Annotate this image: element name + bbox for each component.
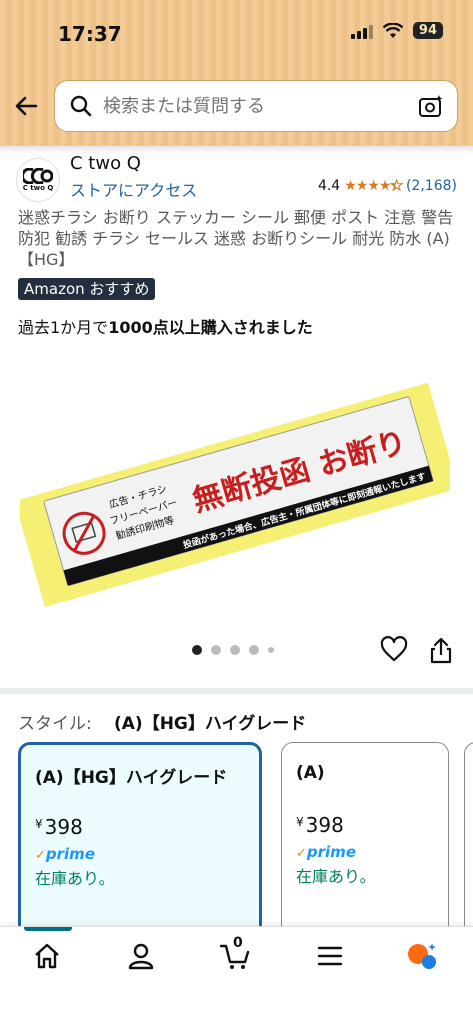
stock-status: 在庫あり。 xyxy=(296,867,376,886)
search-bar[interactable] xyxy=(54,80,458,132)
currency-symbol: ¥ xyxy=(296,815,304,829)
share-icon[interactable] xyxy=(429,636,453,664)
bought-amount: 1000点以上購入されました xyxy=(108,318,313,337)
style-selected-value: (A)【HG】ハイグレード xyxy=(114,714,307,734)
currency-symbol: ¥ xyxy=(35,817,43,831)
carousel-dots[interactable] xyxy=(192,645,274,655)
signal-icon xyxy=(350,23,373,39)
carousel-dot[interactable] xyxy=(249,645,259,655)
camera-icon[interactable] xyxy=(417,93,445,121)
home-icon[interactable] xyxy=(32,941,62,971)
carousel-dot[interactable] xyxy=(211,645,221,655)
variant-card[interactable]: (A) ¥398 ✓prime 在庫あり。 xyxy=(281,742,449,942)
menu-icon[interactable] xyxy=(315,941,345,971)
rating[interactable]: 4.4 ★★★★★ (2,168) xyxy=(317,178,457,195)
back-arrow-icon[interactable] xyxy=(12,92,40,120)
variant-card-partial[interactable] xyxy=(464,742,473,942)
battery-indicator: 94 xyxy=(412,22,443,39)
product-image[interactable]: 広告・チラシ フリーペーパー 勧誘印刷物等 無断投函 お断り 投函があった場合、… xyxy=(20,360,450,620)
prime-check-icon: ✓ xyxy=(35,848,46,863)
brand-logo[interactable]: C two Q xyxy=(16,158,60,202)
brand-name[interactable]: C two Q xyxy=(70,153,141,174)
cart-count: 0 xyxy=(233,935,243,951)
variant-card-selected[interactable]: (A)【HG】ハイグレード ¥398 ✓prime 在庫あり。 xyxy=(18,742,262,942)
prime-label: prime xyxy=(306,843,356,861)
search-icon xyxy=(70,95,92,117)
section-divider xyxy=(0,688,473,694)
variant-name: (A) xyxy=(296,763,325,783)
price-value: 398 xyxy=(305,813,344,837)
rating-stars-icon: ★★★★★ xyxy=(344,178,403,195)
prime-check-icon: ✓ xyxy=(296,846,307,861)
carousel-dot[interactable] xyxy=(192,645,202,655)
rating-count[interactable]: (2,168) xyxy=(406,178,457,194)
style-label: スタイル: xyxy=(18,714,92,734)
stock-status: 在庫あり。 xyxy=(35,869,115,888)
bought-prefix: 過去1か月で xyxy=(18,318,109,337)
prime-badge: ✓prime xyxy=(296,843,356,861)
brand-logo-text: C two Q xyxy=(22,184,54,192)
carousel-dot[interactable] xyxy=(268,647,274,653)
brand-logo-mark-icon xyxy=(23,168,53,184)
variant-price: ¥398 xyxy=(35,815,83,839)
app-header: 17:37 94 xyxy=(0,0,473,146)
heart-icon[interactable] xyxy=(380,636,408,664)
store-link[interactable]: ストアにアクセス xyxy=(70,177,197,201)
rufus-icon[interactable] xyxy=(407,941,437,971)
prime-badge: ✓prime xyxy=(35,845,95,863)
wifi-icon xyxy=(382,22,403,38)
account-icon[interactable] xyxy=(126,941,156,971)
search-input[interactable] xyxy=(103,95,403,117)
product-title: 迷惑チラシ お断り ステッカー シール 郵便 ポスト 注意 警告 防犯 勧誘 チ… xyxy=(18,208,454,269)
nav-active-indicator xyxy=(24,927,72,931)
rating-value: 4.4 xyxy=(317,178,341,194)
bought-count: 過去1か月で1000点以上購入されました xyxy=(18,314,313,338)
status-icons: 94 xyxy=(350,22,443,39)
carousel-dot[interactable] xyxy=(230,645,240,655)
status-time: 17:37 xyxy=(58,22,122,46)
amazon-choice-badge: Amazon おすすめ xyxy=(18,278,156,300)
variant-price: ¥398 xyxy=(296,813,344,837)
variant-name: (A)【HG】ハイグレード xyxy=(35,768,228,788)
prime-label: prime xyxy=(45,845,95,863)
price-value: 398 xyxy=(44,815,83,839)
